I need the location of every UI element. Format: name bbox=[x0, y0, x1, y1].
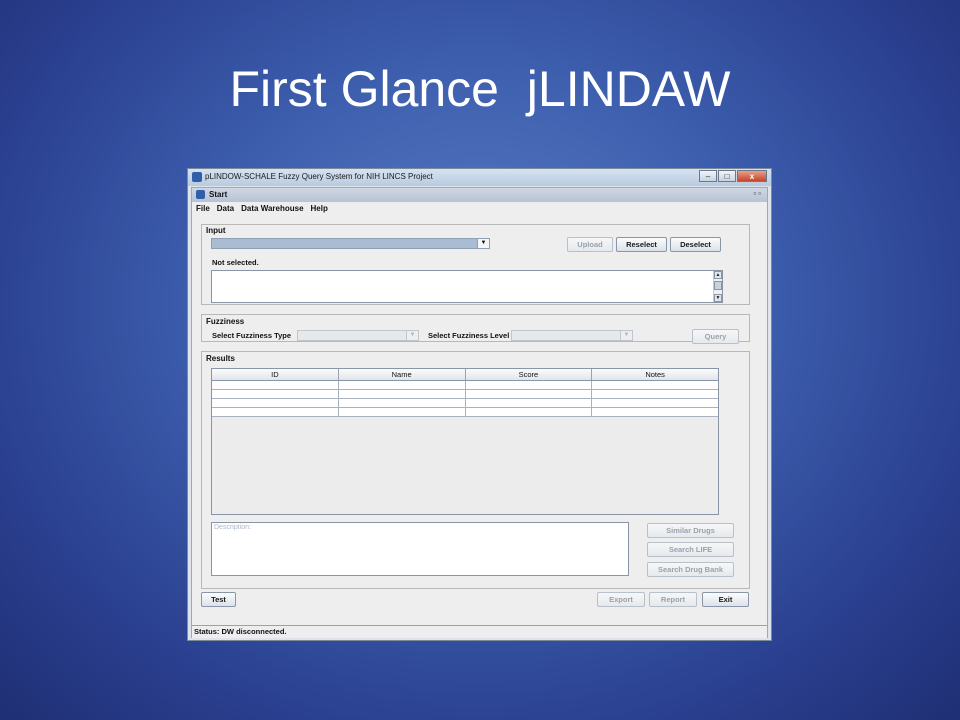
table-row[interactable] bbox=[212, 399, 718, 408]
input-scrollbar[interactable]: ▲ ▼ bbox=[713, 271, 722, 302]
menu-bar: File Data Data Warehouse Help bbox=[192, 202, 767, 215]
input-panel-title: Input bbox=[206, 226, 226, 235]
export-button[interactable]: Export bbox=[597, 592, 645, 607]
search-life-button[interactable]: Search LIFE bbox=[647, 542, 734, 557]
fuzziness-level-combo[interactable]: ▼ bbox=[511, 330, 633, 341]
window-titlebar[interactable]: pLINDOW-SCHALE Fuzzy Query System for NI… bbox=[188, 169, 771, 186]
reselect-button[interactable]: Reselect bbox=[616, 237, 667, 252]
table-cell[interactable] bbox=[592, 399, 718, 407]
table-cell[interactable] bbox=[592, 381, 718, 389]
table-cell[interactable] bbox=[212, 390, 339, 398]
menu-data-warehouse[interactable]: Data Warehouse bbox=[241, 202, 303, 215]
frame-restore-icon[interactable]: ▫▫ bbox=[753, 189, 763, 198]
table-cell[interactable] bbox=[212, 399, 339, 407]
table-row[interactable] bbox=[212, 381, 718, 390]
minimize-button[interactable]: – bbox=[699, 170, 717, 182]
table-cell[interactable] bbox=[339, 399, 466, 407]
results-table[interactable]: ID Name Score Notes bbox=[211, 368, 719, 515]
table-cell[interactable] bbox=[466, 390, 593, 398]
fuzziness-type-combo[interactable]: ▼ bbox=[297, 330, 419, 341]
exit-button[interactable]: Exit bbox=[702, 592, 749, 607]
menu-help[interactable]: Help bbox=[311, 202, 328, 215]
query-button[interactable]: Query bbox=[692, 329, 739, 344]
slide-title: First Glance jLINDAW bbox=[229, 61, 731, 117]
description-textarea[interactable]: Description: bbox=[211, 522, 629, 576]
menu-file[interactable]: File bbox=[196, 202, 210, 215]
scroll-up-icon[interactable]: ▲ bbox=[714, 271, 722, 279]
similar-drugs-button[interactable]: Similar Drugs bbox=[647, 523, 734, 538]
input-combo[interactable]: ▼ bbox=[211, 238, 490, 249]
report-button[interactable]: Report bbox=[649, 592, 697, 607]
internal-frame-title: Start bbox=[209, 190, 228, 199]
table-cell[interactable] bbox=[592, 390, 718, 398]
table-cell[interactable] bbox=[466, 408, 593, 416]
window-title: pLINDOW-SCHALE Fuzzy Query System for NI… bbox=[205, 172, 433, 181]
table-cell[interactable] bbox=[592, 408, 718, 416]
input-textarea[interactable]: ▲ ▼ bbox=[211, 270, 723, 303]
table-cell[interactable] bbox=[339, 381, 466, 389]
frame-icon bbox=[196, 190, 205, 199]
table-cell[interactable] bbox=[339, 390, 466, 398]
window-controls: – □ x bbox=[698, 170, 767, 182]
maximize-button[interactable]: □ bbox=[718, 170, 736, 182]
input-status-label: Not selected. bbox=[212, 258, 259, 267]
fuzziness-panel-title: Fuzziness bbox=[206, 317, 245, 326]
table-cell[interactable] bbox=[466, 399, 593, 407]
table-header: ID Name Score Notes bbox=[212, 369, 718, 381]
table-cell[interactable] bbox=[339, 408, 466, 416]
table-row[interactable] bbox=[212, 408, 718, 417]
fuzziness-type-label: Select Fuzziness Type bbox=[212, 331, 292, 340]
chevron-down-icon[interactable]: ▼ bbox=[620, 331, 632, 340]
results-panel-title: Results bbox=[206, 354, 235, 363]
app-icon bbox=[192, 172, 202, 182]
column-header-id[interactable]: ID bbox=[212, 369, 339, 380]
column-header-name[interactable]: Name bbox=[339, 369, 466, 380]
fuzziness-level-label: Select Fuzziness Level bbox=[428, 331, 510, 340]
chevron-down-icon[interactable]: ▼ bbox=[477, 239, 489, 248]
table-cell[interactable] bbox=[212, 408, 339, 416]
table-row[interactable] bbox=[212, 390, 718, 399]
column-header-score[interactable]: Score bbox=[466, 369, 593, 380]
status-text: Status: DW disconnected. bbox=[194, 627, 287, 636]
description-placeholder: Description: bbox=[214, 524, 251, 531]
chevron-down-icon[interactable]: ▼ bbox=[406, 331, 418, 340]
menu-data[interactable]: Data bbox=[217, 202, 234, 215]
status-bar: Status: DW disconnected. bbox=[192, 625, 767, 638]
upload-button[interactable]: Upload bbox=[567, 237, 613, 252]
close-button[interactable]: x bbox=[737, 170, 767, 182]
scroll-down-icon[interactable]: ▼ bbox=[714, 294, 722, 302]
table-cell[interactable] bbox=[466, 381, 593, 389]
internal-frame-titlebar[interactable]: Start ▫▫ bbox=[192, 188, 767, 202]
application-window: pLINDOW-SCHALE Fuzzy Query System for NI… bbox=[187, 168, 772, 641]
table-cell[interactable] bbox=[212, 381, 339, 389]
internal-frame: Start ▫▫ File Data Data Warehouse Help I… bbox=[191, 187, 768, 638]
deselect-button[interactable]: Deselect bbox=[670, 237, 721, 252]
scroll-thumb[interactable] bbox=[714, 281, 722, 290]
column-header-notes[interactable]: Notes bbox=[592, 369, 718, 380]
test-button[interactable]: Test bbox=[201, 592, 236, 607]
search-drug-bank-button[interactable]: Search Drug Bank bbox=[647, 562, 734, 577]
